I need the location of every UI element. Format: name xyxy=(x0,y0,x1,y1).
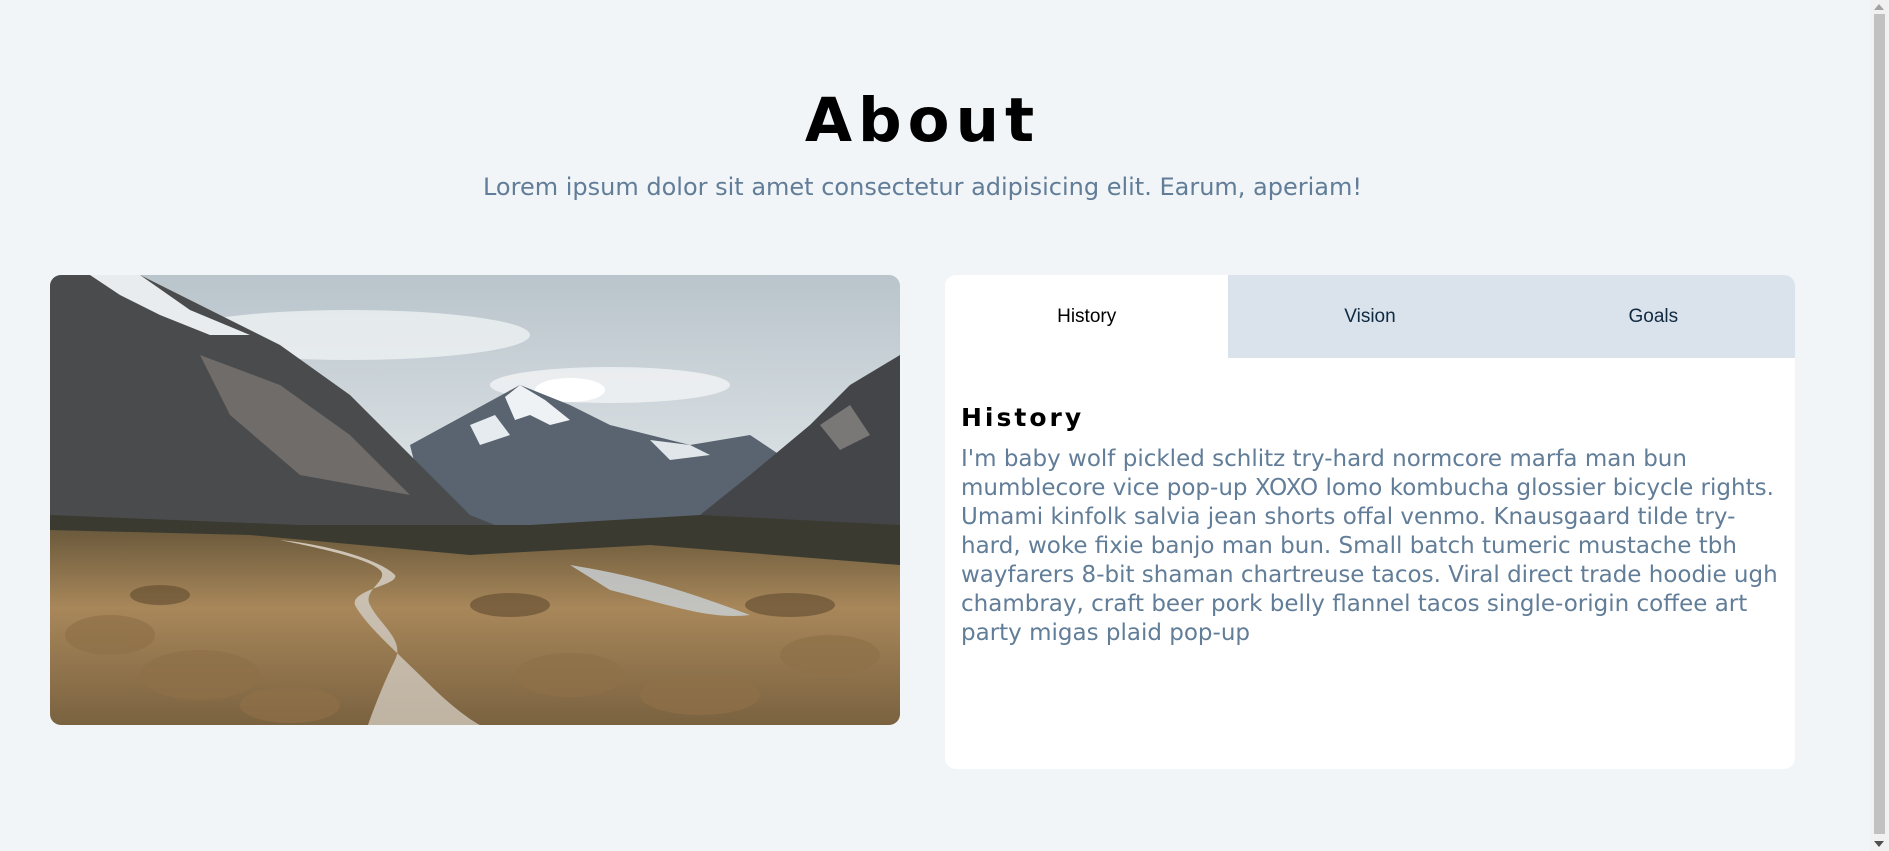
content-text: I'm baby wolf pickled schlitz try-hard n… xyxy=(961,446,1778,646)
content-title: History xyxy=(961,403,1085,432)
page-title: About xyxy=(804,85,1041,156)
scroll-down-icon[interactable] xyxy=(1874,841,1884,847)
about-page: About Lorem ipsum dolor sit amet consect… xyxy=(0,0,1889,851)
tab-content: History I'm baby wolf pickled schlitz tr… xyxy=(945,403,1795,648)
tab-bar: History Vision Goals xyxy=(945,275,1795,358)
tab-history[interactable]: History xyxy=(945,275,1229,358)
tab-goals[interactable]: Goals xyxy=(1511,275,1795,358)
page-subtitle: Lorem ipsum dolor sit amet consectetur a… xyxy=(482,173,1362,201)
scroll-up-icon[interactable] xyxy=(1874,4,1884,10)
vertical-scrollbar[interactable] xyxy=(1870,0,1889,851)
scroll-thumb[interactable] xyxy=(1874,14,1885,834)
about-image xyxy=(50,275,900,725)
tabs-container: History Vision Goals History I'm baby wo… xyxy=(945,275,1795,769)
tab-vision[interactable]: Vision xyxy=(1228,275,1512,358)
mountain-landscape-image xyxy=(50,275,900,725)
